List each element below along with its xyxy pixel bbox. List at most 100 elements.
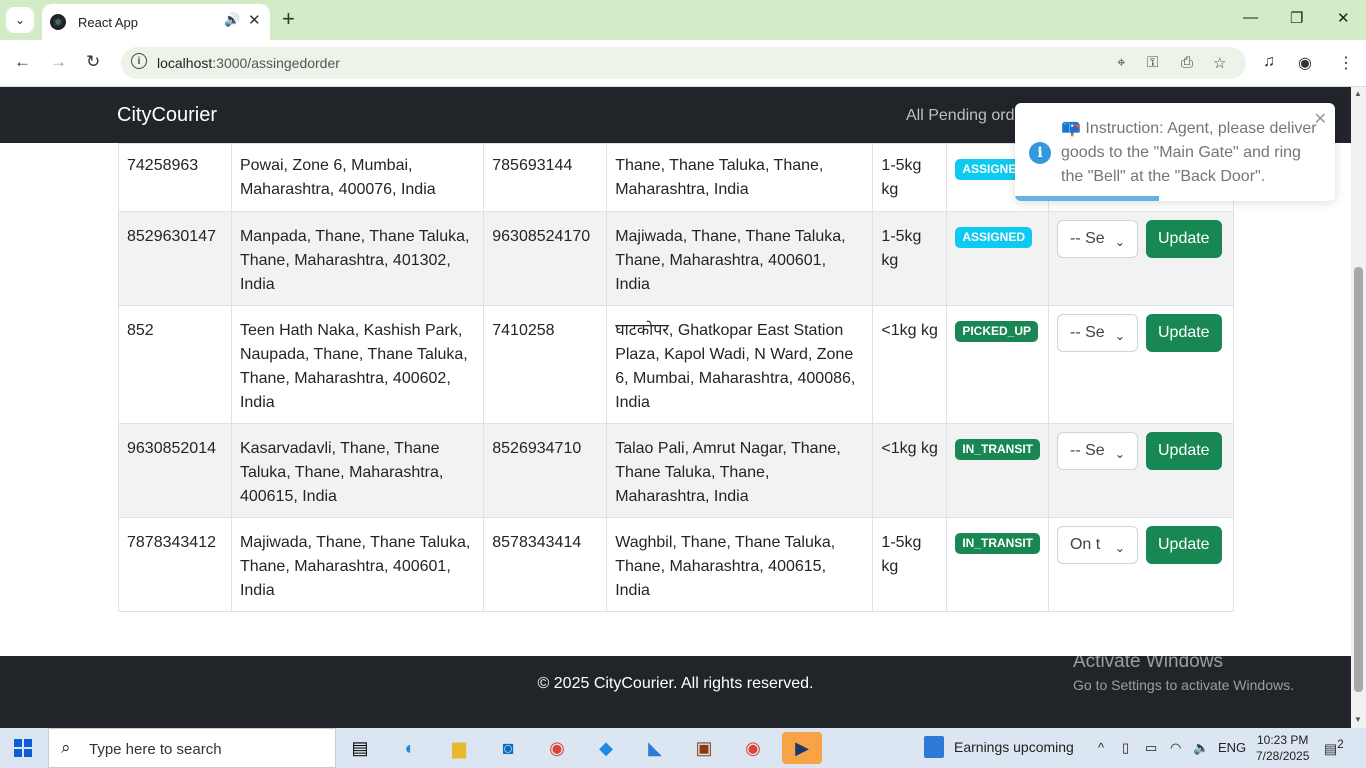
outlook-icon[interactable]: ◙ <box>488 732 528 764</box>
chevron-down-icon: ⌄ <box>1114 235 1125 249</box>
table-row: 852 Teen Hath Naka, Kashish Park, Naupad… <box>118 305 1235 424</box>
activate-windows-watermark: Activate Windows Go to Settings to activ… <box>1073 651 1294 693</box>
file-explorer-icon[interactable]: ▆ <box>439 732 479 764</box>
location-icon[interactable]: ⌖ <box>1117 54 1125 71</box>
status-cell: IN_TRANSIT <box>946 423 1049 518</box>
page-scrollbar[interactable]: ▲ ▼ <box>1351 87 1366 728</box>
menu-kebab-icon[interactable]: ⋮ <box>1338 53 1354 73</box>
status-select[interactable]: On t ⌄ <box>1056 526 1138 564</box>
search-icon: ⌕ <box>61 738 71 757</box>
close-icon[interactable]: ✕ <box>1314 109 1327 129</box>
speaker-icon[interactable]: 🔊 <box>224 12 240 28</box>
notification-icon[interactable]: ▤2 <box>1324 738 1344 758</box>
app-icon[interactable]: ▣ <box>684 732 724 764</box>
brand[interactable]: CityCourier <box>117 104 217 127</box>
watermark-subtitle: Go to Settings to activate Windows. <box>1073 677 1294 693</box>
new-tab-button[interactable]: + <box>282 7 295 31</box>
weight-cell: 1-5kg kg <box>872 211 948 306</box>
windows-taskbar: ⌕ Type here to search ▤ ◐ ▆ ◙ ◉ ◆ ◣ ▣ ◉ … <box>0 728 1366 768</box>
clock[interactable]: 10:23 PM 7/28/2025 <box>1256 732 1309 764</box>
nav-link-pending-orders[interactable]: All Pending ord <box>906 107 1015 125</box>
receiver-phone-cell: 7410258 <box>483 305 608 424</box>
action-cell: -- Se ⌄ Update <box>1047 423 1235 518</box>
status-select[interactable]: -- Se ⌄ <box>1056 432 1138 470</box>
status-action-group: On t ⌄ Update <box>1056 526 1225 564</box>
bookmark-star-icon[interactable]: ☆ <box>1213 54 1226 72</box>
language-indicator[interactable]: ENG <box>1218 740 1246 755</box>
scroll-up-icon[interactable]: ▲ <box>1354 89 1362 98</box>
media-control-icon[interactable]: ♫ <box>1263 53 1275 71</box>
update-button[interactable]: Update <box>1145 432 1222 470</box>
reload-icon[interactable]: ↻ <box>86 52 100 72</box>
tab-search-button[interactable]: ⌄ <box>6 7 34 33</box>
restore-icon[interactable]: ❐ <box>1290 9 1303 27</box>
react-icon: ⚛ <box>50 14 66 30</box>
instruction-toast[interactable]: i 📪 Instruction: Agent, please deliver g… <box>1015 103 1335 201</box>
news-text: Earnings upcoming <box>954 739 1074 755</box>
taskbar-search-box[interactable]: ⌕ Type here to search <box>48 728 336 768</box>
docker-icon[interactable]: ◆ <box>586 732 626 764</box>
profile-icon[interactable]: ◉ <box>1298 53 1312 73</box>
news-widget[interactable]: Earnings upcoming <box>924 736 1074 758</box>
update-button[interactable]: Update <box>1145 220 1222 258</box>
browser-tab-strip: ⌄ ⚛ React App 🔊 ✕ + — ❐ ✕ <box>0 0 1366 40</box>
device-icon[interactable]: ▯ <box>1122 740 1129 756</box>
status-select-value: -- Se <box>1069 442 1105 459</box>
table-row: 8529630147 Manpada, Thane, Thane Taluka,… <box>118 211 1235 306</box>
info-icon: i <box>1029 142 1051 164</box>
update-button[interactable]: Update <box>1145 314 1222 352</box>
install-app-icon[interactable]: ⎙ <box>1181 54 1193 71</box>
forward-icon[interactable]: → <box>50 52 67 72</box>
news-icon <box>924 736 944 758</box>
close-window-icon[interactable]: ✕ <box>1337 9 1350 27</box>
terminal-icon[interactable]: ▶ <box>782 732 822 764</box>
scroll-thumb[interactable] <box>1354 267 1363 692</box>
orders-table: 74258963 Powai, Zone 6, Mumbai, Maharash… <box>118 143 1235 612</box>
back-icon[interactable]: ← <box>14 52 31 72</box>
update-button[interactable]: Update <box>1145 526 1222 564</box>
status-select[interactable]: -- Se ⌄ <box>1056 220 1138 258</box>
tray-chevron-up-icon[interactable]: ^ <box>1098 740 1104 755</box>
chevron-down-icon: ⌄ <box>1114 541 1125 555</box>
wifi-icon[interactable]: ◠ <box>1170 740 1181 756</box>
status-select-value: On t <box>1069 536 1101 553</box>
password-key-icon[interactable]: ⚿ <box>1147 54 1158 71</box>
pickup-address-cell: Kasarvadavli, Thane, Thane Taluka, Thane… <box>230 423 485 518</box>
pickup-address-cell: Teen Hath Naka, Kashish Park, Naupada, T… <box>230 305 485 424</box>
sender-phone-cell: 74258963 <box>118 143 232 212</box>
chrome-profile-icon[interactable]: ◉ <box>733 732 773 764</box>
chrome-icon[interactable]: ◉ <box>537 732 577 764</box>
status-badge: ASSIGNED <box>955 227 1032 248</box>
status-action-group: -- Se ⌄ Update <box>1056 314 1225 352</box>
receiver-phone-cell: 96308524170 <box>483 211 608 306</box>
close-tab-icon[interactable]: ✕ <box>248 11 261 29</box>
status-action-group: -- Se ⌄ Update <box>1056 220 1225 258</box>
orders-table-container: 74258963 Powai, Zone 6, Mumbai, Maharash… <box>118 143 1235 612</box>
browser-toolbar: ← → ↻ i localhost:3000/assingedorder ⌖ ⚿… <box>0 40 1366 87</box>
watermark-title: Activate Windows <box>1073 651 1223 672</box>
sender-phone-cell: 7878343412 <box>118 517 232 612</box>
status-action-group: -- Se ⌄ Update <box>1056 432 1225 470</box>
toast-progress-bar <box>1015 196 1159 201</box>
windows-start-icon[interactable] <box>14 739 32 757</box>
task-view-icon[interactable]: ▤ <box>340 732 380 764</box>
volume-icon[interactable]: 🔈 <box>1193 740 1209 756</box>
status-select-value: -- Se <box>1069 230 1105 247</box>
drop-address-cell: घाटकोपर, Ghatkopar East Station Plaza, K… <box>606 305 874 424</box>
weight-cell: <1kg kg <box>872 423 948 518</box>
status-cell: ASSIGNED <box>946 211 1049 306</box>
status-cell: PICKED_UP <box>946 305 1049 424</box>
minimize-icon[interactable]: — <box>1243 9 1258 26</box>
status-select[interactable]: -- Se ⌄ <box>1056 314 1138 352</box>
drop-address-cell: Talao Pali, Amrut Nagar, Thane, Thane Ta… <box>606 423 874 518</box>
drop-address-cell: Waghbil, Thane, Thane Taluka, Thane, Mah… <box>606 517 874 612</box>
weight-cell: <1kg kg <box>872 305 948 424</box>
action-cell: -- Se ⌄ Update <box>1047 211 1235 306</box>
site-info-icon[interactable]: i <box>131 53 147 69</box>
address-bar[interactable]: i localhost:3000/assingedorder ⌖ ⚿ ⎙ ☆ <box>121 47 1246 79</box>
battery-icon[interactable]: ▭ <box>1145 740 1157 756</box>
vscode-icon[interactable]: ◣ <box>635 732 675 764</box>
edge-icon[interactable]: ◐ <box>390 732 430 764</box>
scroll-down-icon[interactable]: ▼ <box>1354 715 1362 724</box>
browser-tab[interactable]: ⚛ React App 🔊 ✕ <box>42 4 270 40</box>
